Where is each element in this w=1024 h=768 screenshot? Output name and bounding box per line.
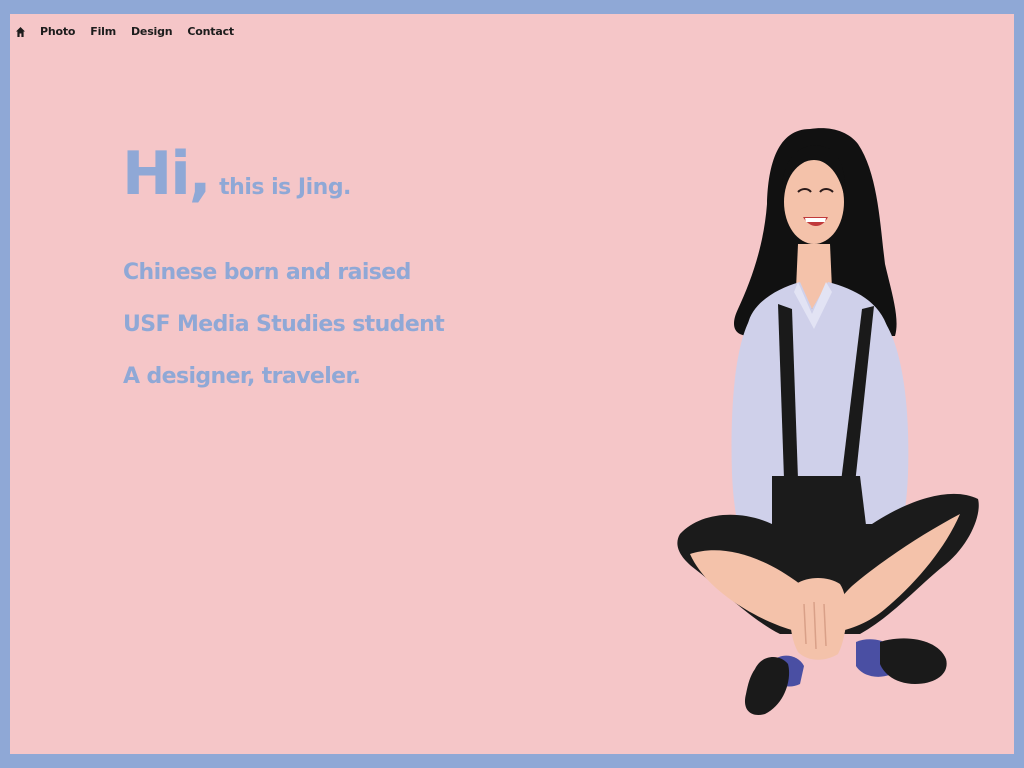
page-frame: Photo Film Design Contact Hi, this is Ji… <box>10 14 1014 754</box>
bio-line-origin: Chinese born and raised <box>123 260 411 285</box>
nav-link-design[interactable]: Design <box>131 25 173 38</box>
nav-link-contact[interactable]: Contact <box>187 25 234 38</box>
hero-headline: Hi, this is Jing. <box>122 144 351 204</box>
greeting: Hi, <box>122 139 212 209</box>
home-icon[interactable] <box>16 26 25 37</box>
bio-lines: Chinese born and raised USF Media Studie… <box>123 259 445 415</box>
nav-link-film[interactable]: Film <box>90 25 116 38</box>
intro-text: this is Jing. <box>219 175 351 200</box>
nav-link-photo[interactable]: Photo <box>40 25 75 38</box>
top-nav: Photo Film Design Contact <box>16 25 234 38</box>
portrait-illustration <box>677 128 979 715</box>
bio-line-study: USF Media Studies student <box>123 312 445 337</box>
bio-line-role: A designer, traveler. <box>123 364 361 389</box>
